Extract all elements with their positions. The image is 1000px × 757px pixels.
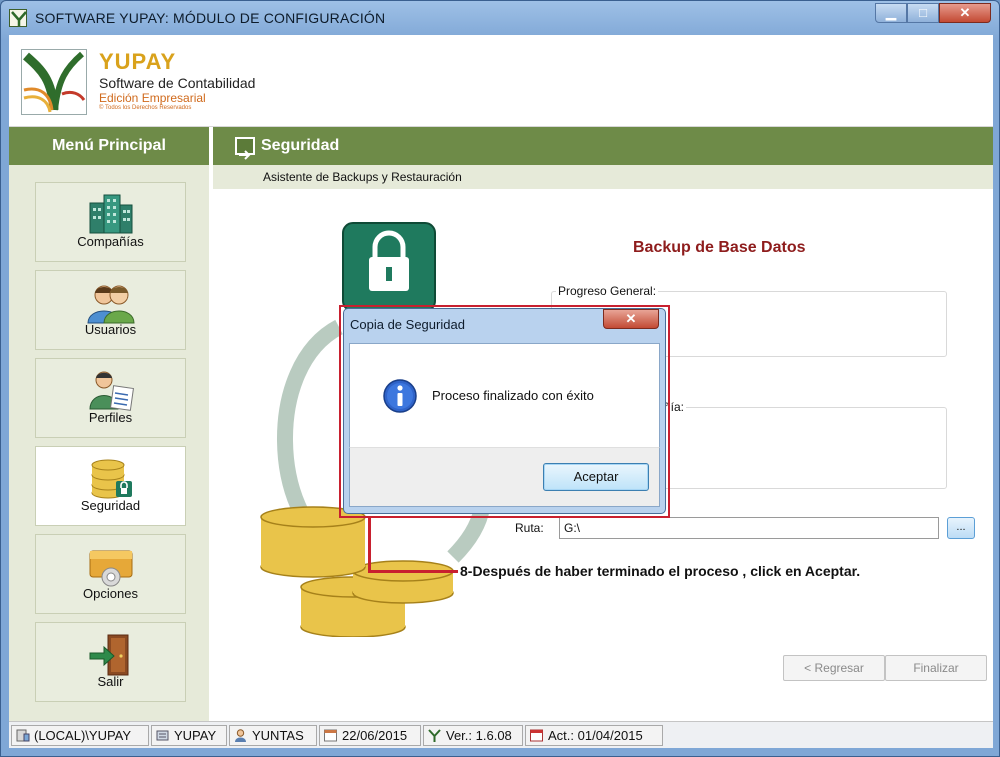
sidebar-item-label: Seguridad bbox=[80, 498, 141, 513]
calendar-icon bbox=[324, 729, 337, 742]
ruta-label: Ruta: bbox=[515, 521, 544, 535]
users-icon bbox=[84, 281, 138, 325]
status-version: Ver.: 1.6.08 bbox=[423, 725, 523, 746]
options-icon bbox=[84, 545, 138, 589]
dialog-close-button[interactable]: ✕ bbox=[603, 309, 659, 329]
exit-door-icon bbox=[84, 633, 138, 677]
section-title: Seguridad bbox=[261, 137, 340, 154]
app-icon bbox=[9, 9, 27, 27]
sidebar-item-label: Usuarios bbox=[84, 322, 137, 337]
window-title: SOFTWARE YUPAY: MÓDULO DE CONFIGURACIÓN bbox=[35, 10, 386, 26]
buildings-icon bbox=[84, 193, 138, 237]
brand-name: YUPAY bbox=[99, 49, 177, 74]
dialog-footer: Aceptar bbox=[349, 447, 660, 507]
yupay-logo bbox=[21, 49, 87, 115]
user-icon bbox=[235, 729, 246, 742]
app-header: YUPAY Software de Contabilidad Edición E… bbox=[9, 35, 993, 127]
progress-general-label: Progreso General: bbox=[556, 284, 659, 298]
sidebar: Menú Principal Compañías Usuarios Perfil… bbox=[9, 127, 209, 721]
database-icon bbox=[156, 730, 169, 741]
dialog-body: Proceso finalizado con éxito bbox=[349, 343, 660, 447]
sidebar-item-label: Opciones bbox=[83, 586, 138, 601]
minimize-button[interactable]: ▁ bbox=[875, 3, 907, 23]
dialog-message: Proceso finalizado con éxito bbox=[432, 388, 594, 403]
sidebar-item-label: Salir bbox=[97, 674, 124, 689]
status-user: YUNTAS bbox=[229, 725, 317, 746]
database-lock-icon bbox=[84, 457, 138, 501]
profile-icon bbox=[84, 369, 138, 413]
calendar-update-icon bbox=[530, 729, 543, 742]
annotation-text: 8-Después de haber terminado el proceso … bbox=[460, 563, 861, 579]
brand-subtitle: Software de Contabilidad bbox=[99, 75, 256, 91]
status-bar: (LOCAL)\YUPAY YUPAY YUNTAS 22/06/2015 Ve… bbox=[9, 721, 993, 748]
arrow-right-icon bbox=[235, 137, 255, 160]
status-updated: Act.: 01/04/2015 bbox=[525, 725, 663, 746]
accept-button[interactable]: Aceptar bbox=[543, 463, 649, 491]
brand-block: YUPAY Software de Contabilidad Edición E… bbox=[99, 49, 256, 112]
finish-button[interactable]: Finalizar bbox=[885, 655, 987, 681]
status-date: 22/06/2015 bbox=[319, 725, 421, 746]
sidebar-item-label: Perfiles bbox=[88, 410, 133, 425]
browse-button[interactable]: ... bbox=[947, 517, 975, 539]
annotation-line-horizontal bbox=[368, 570, 458, 573]
section-header: Seguridad bbox=[213, 127, 993, 165]
sidebar-item-perfiles[interactable]: Perfiles bbox=[35, 358, 186, 438]
sidebar-item-companias[interactable]: Compañías bbox=[35, 182, 186, 262]
backup-dialog: Copia de Seguridad ✕ Proceso finalizado … bbox=[343, 308, 666, 514]
status-server: (LOCAL)\YUPAY bbox=[11, 725, 149, 746]
maximize-button[interactable]: □ bbox=[907, 3, 939, 23]
sidebar-item-salir[interactable]: Salir bbox=[35, 622, 186, 702]
sidebar-item-seguridad[interactable]: Seguridad bbox=[35, 446, 186, 526]
backup-title: Backup de Base Datos bbox=[633, 239, 806, 256]
sidebar-item-usuarios[interactable]: Usuarios bbox=[35, 270, 186, 350]
yupay-icon bbox=[428, 729, 441, 742]
ruta-input[interactable]: G:\ bbox=[559, 517, 939, 539]
brand-edition: Edición Empresarial bbox=[99, 91, 206, 105]
section-subtitle: Asistente de Backups y Restauración bbox=[213, 165, 993, 189]
sidebar-title: Menú Principal bbox=[9, 127, 209, 165]
title-bar[interactable]: SOFTWARE YUPAY: MÓDULO DE CONFIGURACIÓN … bbox=[1, 1, 999, 35]
dialog-title: Copia de Seguridad bbox=[350, 317, 465, 332]
sidebar-item-opciones[interactable]: Opciones bbox=[35, 534, 186, 614]
brand-rights: © Todos los Derechos Reservados bbox=[99, 105, 192, 111]
server-icon bbox=[16, 729, 30, 742]
annotation-line-vertical bbox=[368, 518, 371, 572]
info-icon bbox=[382, 378, 418, 414]
back-button[interactable]: < Regresar bbox=[783, 655, 885, 681]
status-database: YUPAY bbox=[151, 725, 227, 746]
close-window-button[interactable]: ✕ bbox=[939, 3, 991, 23]
sidebar-item-label: Compañías bbox=[77, 234, 144, 249]
